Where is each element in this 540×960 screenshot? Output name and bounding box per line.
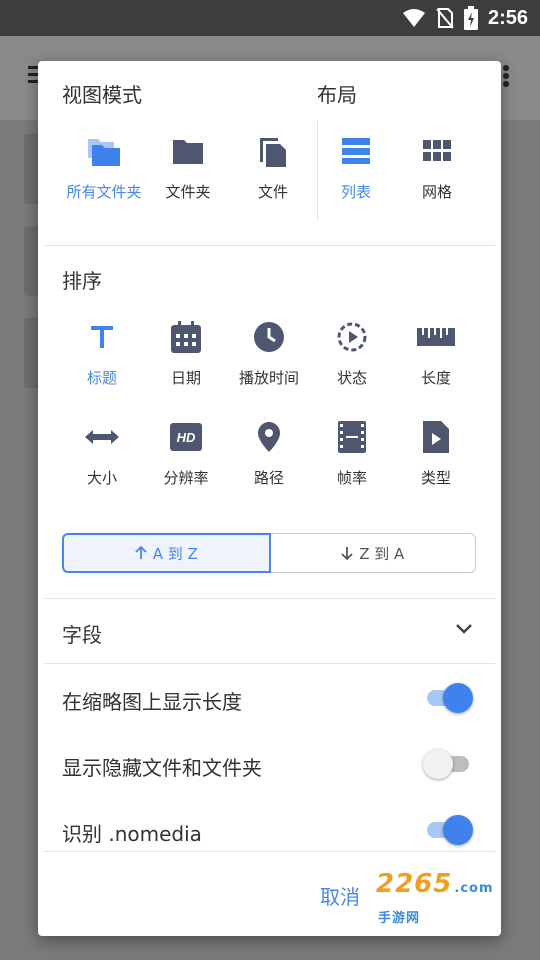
section-divider xyxy=(44,663,495,664)
hd-icon: HD xyxy=(170,423,202,451)
sort-descending-button[interactable]: Z 到 A xyxy=(270,533,476,573)
setting-label: 识别 .nomedia xyxy=(62,822,202,846)
sort-header: 排序 xyxy=(62,269,102,293)
layout-label: 列表 xyxy=(340,183,371,201)
title-icon xyxy=(91,326,113,348)
layout-label: 网格 xyxy=(421,183,452,201)
list-icon xyxy=(342,138,370,164)
layout-grid[interactable]: 网格 xyxy=(395,129,479,202)
sort-label: 路径 xyxy=(253,469,284,487)
view-mode-label: 文件夹 xyxy=(165,183,211,201)
fields-row[interactable]: 字段 xyxy=(62,619,477,647)
grid-icon xyxy=(423,140,451,161)
sort-by-size[interactable]: 大小 xyxy=(60,415,144,488)
setting-row-show-length: 在缩略图上显示长度 xyxy=(62,686,477,715)
sort-by-path[interactable]: 路径 xyxy=(227,415,311,488)
setting-row-show-hidden: 显示隐藏文件和文件夹 xyxy=(62,752,477,781)
view-mode-header: 视图模式 xyxy=(62,83,142,107)
status-bar: 2:56 xyxy=(0,0,540,36)
sort-by-length[interactable]: 长度 xyxy=(394,315,478,388)
folder-icon xyxy=(173,140,203,164)
show-hidden-toggle[interactable] xyxy=(423,746,473,780)
location-pin-icon xyxy=(258,422,280,452)
ruler-icon xyxy=(417,328,455,346)
sort-by-date[interactable]: 日期 xyxy=(144,315,228,388)
sort-label: 类型 xyxy=(420,469,451,487)
setting-row-nomedia: 识别 .nomedia xyxy=(62,818,477,847)
sort-by-resolution[interactable]: HD 分辨率 xyxy=(144,415,228,488)
show-length-toggle[interactable] xyxy=(423,680,473,714)
setting-label: 在缩略图上显示长度 xyxy=(62,690,242,714)
wifi-icon xyxy=(402,9,425,27)
view-mode-files[interactable]: 文件 xyxy=(231,129,315,202)
arrow-down-icon xyxy=(341,547,353,560)
view-mode-all-folders[interactable]: 所有文件夹 xyxy=(62,129,146,202)
view-mode-label: 所有文件夹 xyxy=(66,183,142,201)
film-icon xyxy=(338,421,366,453)
chevron-down-icon xyxy=(456,624,472,634)
sort-label: 长度 xyxy=(420,369,451,387)
section-divider xyxy=(44,851,495,852)
video-file-icon xyxy=(423,421,449,453)
play-status-icon xyxy=(337,322,367,352)
arrow-up-icon xyxy=(135,546,147,559)
sort-by-status[interactable]: 状态 xyxy=(310,315,394,388)
layout-header: 布局 xyxy=(317,83,357,107)
resize-icon xyxy=(85,430,119,444)
sort-descending-label: Z 到 A xyxy=(359,544,405,563)
view-mode-folders[interactable]: 文件夹 xyxy=(146,129,230,202)
setting-label: 显示隐藏文件和文件夹 xyxy=(62,756,262,780)
watermark-logo: 2265 .com手游网 xyxy=(376,869,494,926)
sort-by-play-time[interactable]: 播放时间 xyxy=(227,315,311,388)
sort-by-frame-rate[interactable]: 帧率 xyxy=(310,415,394,488)
status-time: 2:56 xyxy=(487,6,528,29)
cancel-button[interactable]: 取消 xyxy=(320,881,360,910)
view-mode-label: 文件 xyxy=(257,183,288,201)
layout-list[interactable]: 列表 xyxy=(314,129,398,202)
sort-direction-group: A 到 Z Z 到 A xyxy=(62,533,476,573)
view-options-dialog: 视图模式 布局 所有文件夹 文件夹 文件 列表 网格 排序 标题 日期 播放时间… xyxy=(38,61,501,936)
nomedia-toggle[interactable] xyxy=(423,812,473,846)
sort-label: 帧率 xyxy=(336,469,367,487)
more-icon xyxy=(503,65,509,87)
sort-label: 大小 xyxy=(86,469,117,487)
fields-label: 字段 xyxy=(62,623,102,647)
section-divider xyxy=(44,598,495,599)
clock-icon xyxy=(254,322,284,352)
section-divider xyxy=(44,245,495,246)
sort-label: 日期 xyxy=(170,369,201,387)
sort-ascending-button[interactable]: A 到 Z xyxy=(62,533,271,573)
sort-by-title[interactable]: 标题 xyxy=(60,315,144,388)
svg-text:HD: HD xyxy=(177,430,196,445)
sort-label: 标题 xyxy=(86,369,117,387)
file-copy-icon xyxy=(260,138,286,167)
sort-label: 播放时间 xyxy=(238,369,299,387)
battery-charging-icon xyxy=(463,6,478,30)
no-sim-icon xyxy=(436,8,454,29)
folders-icon xyxy=(88,139,120,166)
sort-by-type[interactable]: 类型 xyxy=(394,415,478,488)
sort-label: 状态 xyxy=(336,369,367,387)
sort-ascending-label: A 到 Z xyxy=(152,544,198,563)
sort-label: 分辨率 xyxy=(163,469,209,487)
calendar-icon xyxy=(171,321,201,353)
